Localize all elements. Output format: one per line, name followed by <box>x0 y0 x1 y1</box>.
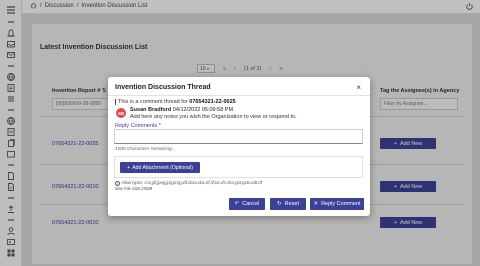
allowed-file-types: i Allow types: csv,gif,jpeg,jpg,png,pdf,d… <box>115 180 262 191</box>
author-name: Susan Bradford <box>130 107 172 113</box>
attachment-area: + Add Attachment (Optional) <box>114 156 363 178</box>
discussion-thread-dialog: Invention Discussion Thread × This is a … <box>108 77 370 216</box>
undo-icon: ↶ <box>234 201 240 207</box>
reply-comments-input[interactable] <box>114 129 363 144</box>
characters-remaining: 1000 characters remaining. <box>115 147 174 152</box>
comment-body: Add here any notes you wish the Organiza… <box>130 114 297 120</box>
thread-id: 07654321-22-0025 <box>189 99 236 105</box>
avatar: SB <box>116 108 126 118</box>
max-file-size: Max File Size:25MB <box>115 186 153 191</box>
refresh-icon: ↻ <box>277 201 282 207</box>
dialog-title: Invention Discussion Thread <box>115 84 211 91</box>
add-attachment-button[interactable]: + Add Attachment (Optional) <box>120 162 200 173</box>
divider <box>108 95 370 96</box>
close-icon: ✕ <box>313 201 319 207</box>
thread-header: This is a comment thread for 07654321-22… <box>115 99 236 105</box>
close-icon[interactable]: × <box>356 83 361 92</box>
comment-timestamp: 04/12/2022 05:09:58 PM <box>172 107 234 113</box>
reply-comment-button[interactable]: ✕ Reply Comment <box>310 198 364 210</box>
cancel-button[interactable]: ↶ Cancel <box>229 198 265 210</box>
reset-button[interactable]: ↻ Reset <box>270 198 306 210</box>
comment-author: Susan Bradford 04/12/2022 05:09:58 PM <box>130 107 233 113</box>
